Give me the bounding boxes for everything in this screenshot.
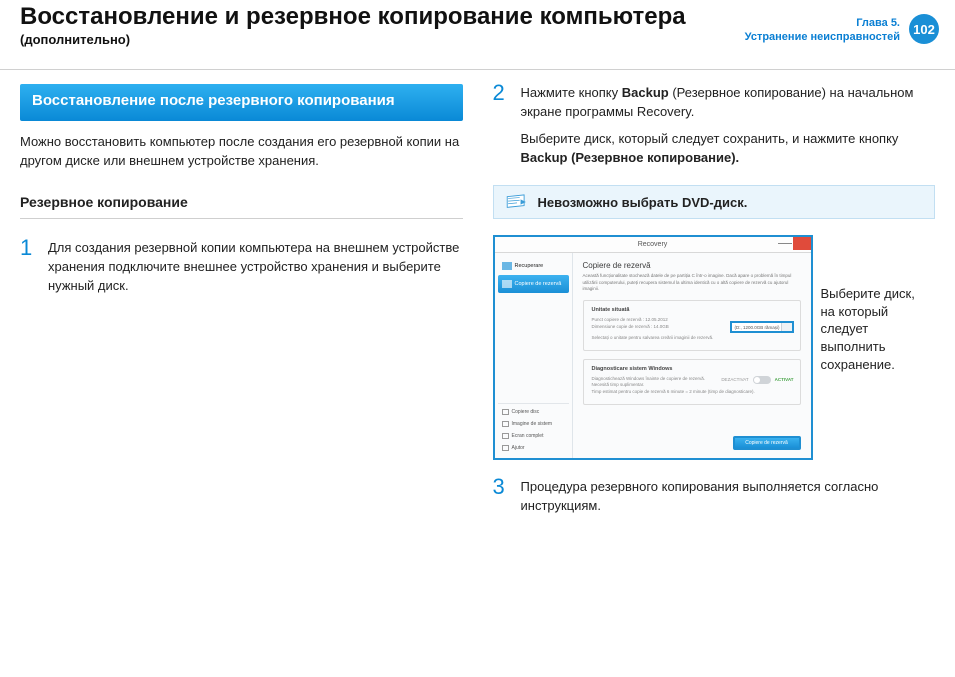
step-number: 3: [493, 476, 511, 516]
panel-drive: Unitate situată Punct copiere de rezervă…: [583, 300, 801, 350]
main-heading: Copiere de rezervă: [583, 261, 801, 270]
step-2-text: Нажмите кнопку Backup (Резервное копиров…: [521, 84, 936, 167]
note-box: Невозможно выбрать DVD-диск.: [493, 185, 936, 219]
disk-icon: [502, 409, 509, 415]
step-number: 1: [20, 237, 38, 296]
sidebar-btn-diskcopy[interactable]: Copiere disc: [498, 406, 569, 418]
image-icon: [502, 421, 509, 427]
step-1: 1 Для создания резервной копии компьютер…: [20, 239, 463, 296]
page-number-badge: 102: [909, 14, 939, 44]
minimize-icon[interactable]: [778, 243, 792, 244]
step-1-text: Для создания резервной копии компьютера …: [48, 239, 463, 296]
screenshot-group: Recovery Recuperare Copiere: [493, 235, 936, 460]
disk-select-dropdown[interactable]: (D:, 1200.0GB rămași): [730, 321, 794, 333]
window-title: Recovery: [638, 241, 668, 248]
divider: [20, 218, 463, 219]
page-header: Восстановление и резервное копирование к…: [0, 0, 955, 70]
help-icon: [502, 445, 509, 451]
window-titlebar: Recovery: [495, 237, 811, 253]
fullscreen-icon: [502, 433, 509, 439]
sidebar-item-recovery[interactable]: Recuperare: [498, 257, 569, 275]
app-sidebar: Recuperare Copiere de rezervă Copiere di…: [495, 253, 573, 458]
chapter-label: Глава 5. Устранение неисправностей: [745, 16, 900, 45]
panel-drive-title: Unitate situată: [592, 307, 792, 313]
note-icon: [506, 194, 528, 210]
backup-button[interactable]: Copiere de rezervă: [733, 436, 801, 450]
panel-diag-title: Diagnosticare sistem Windows: [592, 366, 792, 372]
section-intro: Можно восстановить компьютер после созда…: [20, 133, 463, 171]
sidebar-btn-fullscreen[interactable]: Ecran complet: [498, 430, 569, 442]
sidebar-btn-sysimage[interactable]: Imagine de sistem: [498, 418, 569, 430]
sidebar-item-backup[interactable]: Copiere de rezervă: [498, 275, 569, 293]
step-number: 2: [493, 82, 511, 167]
diagnostics-toggle[interactable]: DEZACTIVAT ACTIVAT: [721, 376, 793, 384]
main-description: Această funcționalitate stochează datele…: [583, 273, 801, 292]
panel-diagnostics: Diagnosticare sistem Windows Diagnostich…: [583, 359, 801, 405]
screenshot-callout: Выберите диск, на который следует выполн…: [821, 285, 921, 373]
recovery-icon: [502, 262, 512, 270]
sidebar-btn-help[interactable]: Ajutor: [498, 442, 569, 454]
close-icon[interactable]: [793, 237, 811, 250]
section-heading: Восстановление после резервного копирова…: [20, 84, 463, 121]
step-3: 3 Процедура резервного копирования выпол…: [493, 478, 936, 516]
step-2: 2 Нажмите кнопку Backup (Резервное копир…: [493, 84, 936, 167]
left-column: Восстановление после резервного копирова…: [20, 84, 463, 528]
right-column: 2 Нажмите кнопку Backup (Резервное копир…: [493, 84, 936, 528]
step-3-text: Процедура резервного копирования выполня…: [521, 478, 936, 516]
recovery-app-screenshot: Recovery Recuperare Copiere: [493, 235, 813, 460]
note-text: Невозможно выбрать DVD-диск.: [538, 195, 748, 210]
toggle-switch-icon: [753, 376, 771, 384]
backup-icon: [502, 280, 512, 288]
app-main: Copiere de rezervă Această funcționalita…: [573, 253, 811, 458]
backup-heading: Резервное копирование: [20, 194, 463, 210]
